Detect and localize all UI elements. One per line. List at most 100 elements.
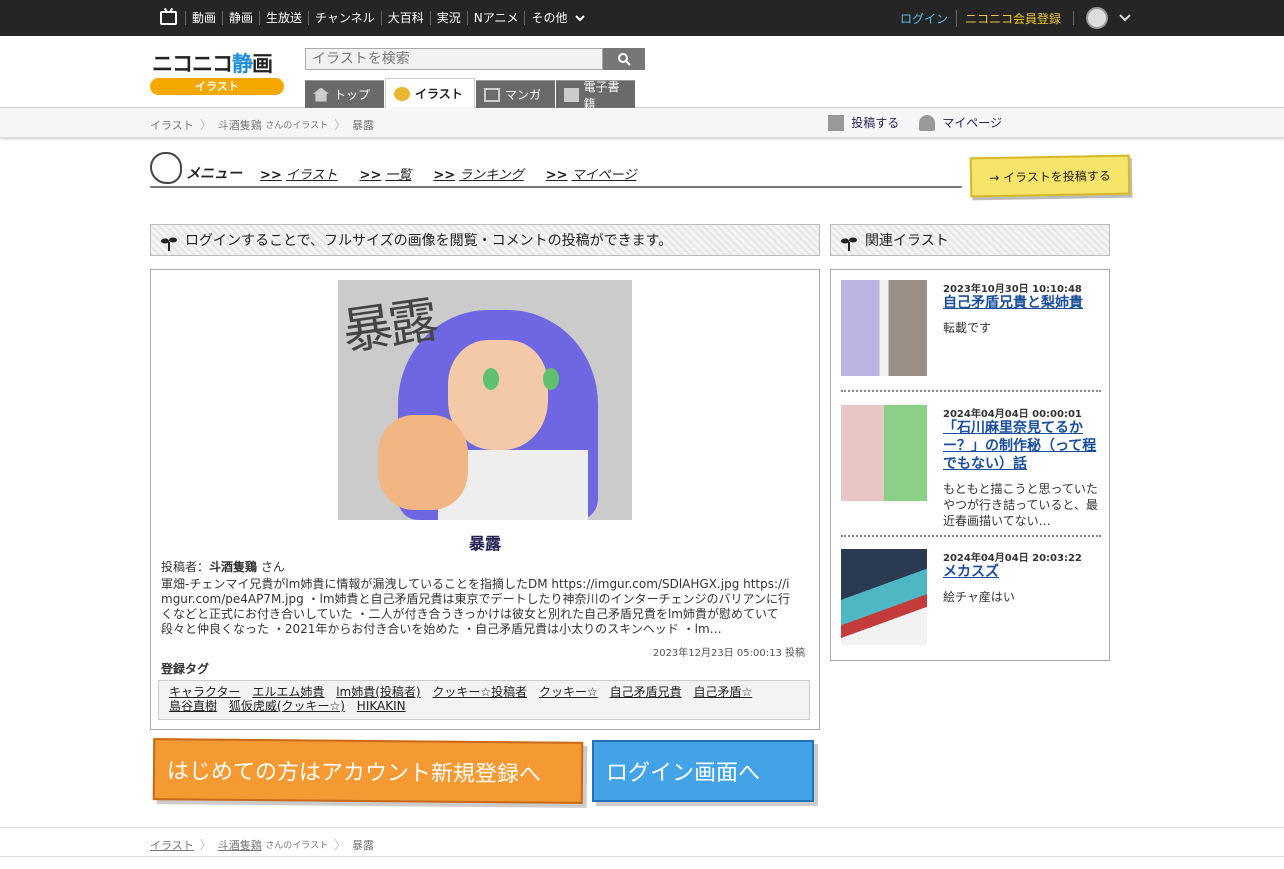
menu-arrow: >> xyxy=(545,168,568,183)
breadcrumb: イラスト〉 斗酒隻鶏 さんのイラスト〉 暴露 xyxy=(150,836,374,853)
related-item: 2023年10月30日 10:10:48 自己矛盾兄貴と梨姉貴 転載です xyxy=(841,280,1101,392)
tag-item[interactable]: クッキー☆ xyxy=(539,685,598,699)
tag-list: キャラクター エルエム姉貴 lm姉貴(投稿者) クッキー☆投稿者 クッキー☆ 自… xyxy=(158,680,810,720)
breadcrumb-sep-icon: 〉 xyxy=(334,838,347,852)
poster-suffix: さん xyxy=(257,560,285,574)
divider xyxy=(841,535,1101,537)
nav-seiga[interactable]: 静画 xyxy=(222,11,259,25)
tab-manga[interactable]: マンガ xyxy=(476,80,555,108)
sprout-icon xyxy=(161,237,177,251)
related-desc: 転載です xyxy=(943,321,992,335)
menu-item-ranking[interactable]: >> ランキング xyxy=(433,164,523,183)
account-area: ログイン ニコニコ会員登録 xyxy=(900,0,1284,36)
divider xyxy=(150,186,962,188)
menu-item-list[interactable]: >> 一覧 xyxy=(360,164,412,183)
nav-nanime[interactable]: Nアニメ xyxy=(466,11,525,25)
menu-item-ranking-label: ランキング xyxy=(459,168,524,183)
nav-douga[interactable]: 動画 xyxy=(185,11,222,25)
menu-item-illust[interactable]: >> イラスト xyxy=(260,164,338,183)
divider xyxy=(841,390,1101,392)
upload-icon xyxy=(828,114,845,131)
breadcrumb-user[interactable]: 斗酒隻鶏 xyxy=(218,117,262,133)
tag-item[interactable]: 狐仮虎威(クッキー☆) xyxy=(229,699,345,713)
art-text: 暴露 xyxy=(338,290,439,362)
avatar[interactable] xyxy=(1086,7,1108,29)
poster-label: 投稿者： xyxy=(161,560,210,574)
login-link[interactable]: ログイン xyxy=(900,10,956,27)
register-button[interactable]: はじめての方はアカウント新規登録へ xyxy=(152,738,584,804)
tab-ebook[interactable]: 電子書籍 xyxy=(556,80,635,111)
logo-text-c: 画 xyxy=(252,52,273,76)
illust-title: 暴露 xyxy=(468,534,501,553)
nav-live[interactable]: 生放送 xyxy=(259,11,308,25)
tab-manga-label: マンガ xyxy=(505,88,542,102)
tab-top[interactable]: トップ xyxy=(305,80,384,108)
section-tabs: トップ イラスト マンガ 電子書籍 xyxy=(305,78,636,111)
post-date: 2023年12月23日 05:00:13 投稿 xyxy=(652,648,805,659)
art-shape xyxy=(543,368,559,390)
search-input[interactable]: イラストを検索 xyxy=(305,48,603,70)
illust-detail: 暴露 暴露 投稿者：斗酒隻鶏 さん 軍畑-チェンマイ兄貴がlm姉貴に情報が漏洩し… xyxy=(150,269,820,730)
seiga-logo[interactable]: ニコニコ静画 イラスト xyxy=(150,48,284,96)
illust-image[interactable]: 暴露 xyxy=(338,280,632,520)
related-date: 2024年04月04日 00:00:01 xyxy=(943,409,1082,420)
tag-item[interactable]: HIKAKIN xyxy=(357,699,406,713)
related-title[interactable]: メカスズ xyxy=(943,563,1101,581)
breadcrumb-user-suffix: さんのイラスト xyxy=(265,841,329,851)
tag-item[interactable]: 自己矛盾兄貴 xyxy=(610,685,682,699)
related-thumbnail[interactable] xyxy=(841,405,927,501)
sub-bar: イラスト〉 斗酒隻鶏 さんのイラスト〉 暴露 投稿する マイページ xyxy=(0,108,1284,138)
nav-jikkyo[interactable]: 実況 xyxy=(429,11,467,25)
nav-dic[interactable]: 大百科 xyxy=(380,11,430,25)
related-title[interactable]: 自己矛盾兄貴と梨姉貴 xyxy=(943,294,1101,312)
nav-more[interactable]: その他 xyxy=(524,11,591,25)
logo-sub: イラスト xyxy=(150,78,284,95)
chevron-down-icon xyxy=(575,15,586,22)
tab-illust-label: イラスト xyxy=(415,87,463,101)
breadcrumb-user[interactable]: 斗酒隻鶏 xyxy=(218,837,262,853)
related-title[interactable]: 「石川麻里奈見てるかー？」の制作秘（って程でもない）話 xyxy=(943,419,1101,473)
menu-item-list-label: 一覧 xyxy=(385,168,412,183)
manga-icon xyxy=(484,87,500,102)
register-link[interactable]: ニコニコ会員登録 xyxy=(955,9,1069,27)
sub-actions: 投稿する マイページ xyxy=(828,114,1022,131)
logo-text: ニコニコ静画 xyxy=(152,48,273,78)
tag-item[interactable]: エルエム姉貴 xyxy=(252,685,324,699)
tag-item[interactable]: キャラクター xyxy=(169,685,241,699)
menu-item-mypage[interactable]: >> マイページ xyxy=(546,164,637,183)
global-nav-bar: 動画 静画 生放送 チャンネル 大百科 実況 Nアニメ その他 ログイン ニコニ… xyxy=(0,0,1284,36)
mypage-link[interactable]: マイページ xyxy=(919,114,1002,131)
breadcrumb-current: 暴露 xyxy=(352,838,375,852)
nav-more-label: その他 xyxy=(531,11,568,25)
breadcrumb-root[interactable]: イラスト xyxy=(150,117,194,133)
divider xyxy=(1073,11,1074,25)
breadcrumb-root[interactable]: イラスト xyxy=(150,837,194,853)
poster-name[interactable]: 斗酒隻鶏 xyxy=(209,560,257,574)
tag-item[interactable]: 島谷直樹 xyxy=(169,699,217,713)
search-button[interactable] xyxy=(603,48,645,70)
menu-item-mypage-label: マイページ xyxy=(571,168,637,183)
post-illust-button[interactable]: → イラストを投稿する xyxy=(969,154,1131,198)
breadcrumb: イラスト〉 斗酒隻鶏 さんのイラスト〉 暴露 xyxy=(150,116,374,133)
post-link[interactable]: 投稿する xyxy=(828,114,899,131)
related-thumbnail[interactable] xyxy=(841,280,927,376)
login-button[interactable]: ログイン画面へ xyxy=(592,740,814,802)
chevron-down-icon[interactable] xyxy=(1118,11,1132,25)
login-notice-text: ログインすることで、フルサイズの画像を閲覧・コメントの投稿ができます。 xyxy=(185,233,673,249)
tag-item[interactable]: lm姉貴(投稿者) xyxy=(336,685,420,699)
tag-item[interactable]: 自己矛盾☆ xyxy=(693,685,752,699)
niconico-tv-icon[interactable] xyxy=(160,11,177,25)
tab-illust[interactable]: イラスト xyxy=(385,78,475,108)
menu-items: >> イラスト >> 一覧 >> ランキング >> マイページ xyxy=(260,164,658,183)
nav-channel[interactable]: チャンネル xyxy=(308,11,381,25)
related-item: 2024年04月04日 00:00:01 「石川麻里奈見てるかー？」の制作秘（っ… xyxy=(841,405,1101,540)
book-icon xyxy=(564,87,579,102)
related-thumbnail[interactable] xyxy=(841,549,927,645)
global-nav-links: 動画 静画 生放送 チャンネル 大百科 実況 Nアニメ その他 xyxy=(185,0,591,36)
tag-item[interactable]: クッキー☆投稿者 xyxy=(432,685,527,699)
breadcrumb-sep-icon: 〉 xyxy=(199,838,212,852)
related-desc: もともと描こうと思っていたやつが行き詰っていると、最近春画描いてない… xyxy=(943,482,1098,528)
palette-icon xyxy=(394,86,410,101)
login-notice-heading: ログインすることで、フルサイズの画像を閲覧・コメントの投稿ができます。 xyxy=(150,224,820,256)
illust-description: 軍畑-チェンマイ兄貴がlm姉貴に情報が漏洩していることを指摘したDM https… xyxy=(161,577,791,636)
